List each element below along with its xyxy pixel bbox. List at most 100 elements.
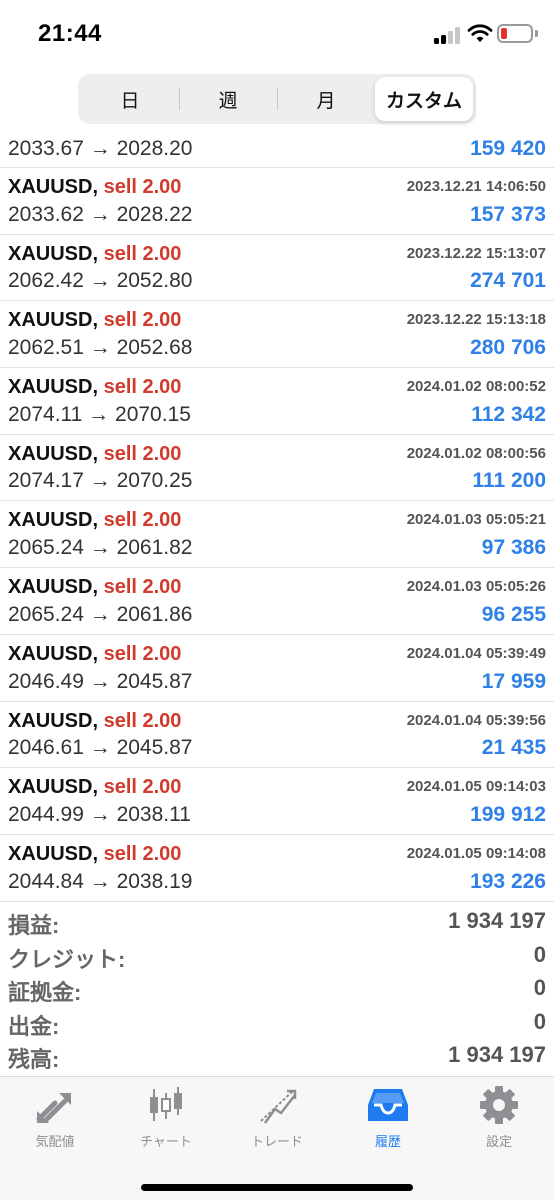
tab-label: 履歴: [374, 1134, 401, 1149]
deal-time: 2024.01.03 05:05:21: [406, 511, 546, 529]
summary-value: 1 934 197: [448, 908, 546, 933]
summary-value: 1 934 197: [448, 1042, 546, 1068]
deal-symbol: XAUUSD: [8, 709, 93, 732]
deal-title: XAUUSD, sell 2.00: [8, 376, 181, 399]
list-item[interactable]: XAUUSD, sell 2.00 2023.12.21 14:06:50 2033…: [0, 168, 554, 235]
period-tab-month[interactable]: 月: [277, 77, 375, 121]
history-inbox-icon: [368, 1089, 408, 1121]
deal-profit: 199 912: [470, 802, 546, 826]
list-item[interactable]: XAUUSD, sell 2.00 2024.01.05 09:14:03 2044…: [0, 768, 554, 835]
deal-side-volume: sell 2.00: [103, 376, 182, 399]
deal-separator: ,: [92, 176, 99, 198]
deal-title: XAUUSD, sell 2.00: [8, 576, 181, 599]
deal-profit: 112 342: [471, 402, 546, 426]
deal-prices: 2074.17 → 2070.25: [8, 469, 193, 493]
deal-symbol: XAUUSD: [8, 242, 93, 265]
status-time: 21:44: [38, 20, 102, 47]
deal-separator: ,: [92, 376, 99, 399]
period-tab-week[interactable]: 週: [179, 77, 277, 121]
summary-row-withdrawal: 出金: 0: [0, 1005, 554, 1039]
deal-separator: ,: [92, 242, 99, 265]
cellular-signal-icon: [434, 26, 462, 44]
summary-label: クレジット:: [8, 946, 126, 972]
deal-side-volume: sell 2.00: [103, 309, 182, 332]
history-deal-list: 2033.67 → 2028.20 159 420 XAUUSD, sell 2…: [0, 132, 554, 902]
tab-label: チャート: [140, 1134, 192, 1149]
tab-history[interactable]: 履歴: [338, 1085, 438, 1149]
tab-label: 設定: [485, 1134, 512, 1149]
list-item[interactable]: 2033.67 → 2028.20 159 420: [0, 132, 554, 168]
deal-title: XAUUSD, sell 2.00: [8, 643, 181, 666]
deal-prices: 2033.67 → 2028.20: [8, 137, 193, 160]
deal-side-volume: sell 2.00: [103, 176, 182, 198]
deal-separator: ,: [92, 642, 99, 665]
period-tab-day[interactable]: 日: [81, 77, 179, 121]
deal-symbol: XAUUSD: [8, 176, 93, 198]
tab-quotes[interactable]: 気配値: [5, 1085, 105, 1149]
period-tab-custom[interactable]: カスタム: [375, 77, 473, 121]
battery-low-icon: [497, 24, 533, 43]
tab-label: トレード: [250, 1134, 303, 1149]
deal-side-volume: sell 2.00: [103, 242, 182, 265]
deal-title: XAUUSD, sell 2.00: [8, 509, 181, 532]
tab-settings[interactable]: 設定: [449, 1085, 549, 1149]
deal-separator: ,: [92, 576, 99, 599]
deal-symbol: XAUUSD: [8, 442, 93, 465]
deal-time: 2024.01.03 05:05:26: [406, 578, 546, 596]
deal-side-volume: sell 2.00: [103, 576, 182, 599]
deal-time: 2023.12.22 15:13:07: [406, 244, 546, 262]
deal-separator: ,: [92, 442, 99, 465]
deal-time: 2024.01.04 05:39:49: [406, 644, 546, 662]
summary-value: 0: [533, 1008, 546, 1034]
deal-title: XAUUSD, sell 2.00: [8, 776, 181, 799]
deal-symbol: XAUUSD: [8, 842, 93, 865]
summary-label: 損益:: [8, 913, 60, 938]
list-item[interactable]: XAUUSD, sell 2.00 2024.01.04 05:39:49 2046…: [0, 635, 554, 702]
deal-profit: 97 386: [481, 536, 546, 560]
deal-profit: 96 255: [481, 602, 546, 626]
list-item[interactable]: XAUUSD, sell 2.00 2024.01.02 08:00:56 2074…: [0, 435, 554, 502]
deal-time: 2024.01.02 08:00:52: [406, 378, 546, 396]
list-item[interactable]: XAUUSD, sell 2.00 2024.01.02 08:00:52 2074…: [0, 368, 554, 435]
deal-profit: 17 959: [481, 669, 546, 693]
deal-prices: 2062.42 → 2052.80: [8, 269, 193, 293]
tab-trade[interactable]: トレード: [227, 1085, 327, 1149]
status-bar: 21:44: [0, 0, 554, 66]
deal-prices: 2044.99 → 2038.11: [8, 802, 191, 826]
deal-title: XAUUSD, sell 2.00: [8, 710, 181, 733]
list-item[interactable]: XAUUSD, sell 2.00 2024.01.05 09:14:08 2044…: [0, 835, 554, 902]
wifi-icon: [467, 24, 493, 42]
list-item[interactable]: XAUUSD, sell 2.00 2023.12.22 15:13:18 2062…: [0, 301, 554, 369]
deal-prices: 2065.24 → 2061.86: [8, 602, 193, 626]
tab-chart[interactable]: チャート: [116, 1085, 216, 1149]
deal-profit: 157 373: [470, 202, 546, 226]
home-indicator: [141, 1184, 413, 1191]
period-segmented-control: 日 週 月 カスタム: [78, 74, 476, 124]
deal-symbol: XAUUSD: [8, 642, 93, 665]
deal-separator: ,: [92, 776, 99, 799]
deal-time: 2024.01.04 05:39:56: [406, 711, 546, 729]
deal-profit: 274 701: [470, 269, 546, 293]
deal-prices: 2033.62 → 2028.22: [8, 202, 193, 226]
deal-time: 2024.01.02 08:00:56: [406, 444, 546, 462]
deal-prices: 2044.84 → 2038.19: [8, 869, 193, 893]
trade-trend-icon: [260, 1089, 297, 1124]
deal-profit: 21 435: [481, 736, 546, 760]
summary-row-profit: 損益: 1 934 197: [0, 904, 554, 938]
list-item[interactable]: XAUUSD, sell 2.00 2024.01.04 05:39:56 2046…: [0, 702, 554, 769]
deal-prices: 2074.11 → 2070.15: [8, 402, 191, 426]
deal-profit: 111 200: [472, 469, 546, 493]
list-item[interactable]: XAUUSD, sell 2.00 2023.12.22 15:13:07 2062…: [0, 235, 554, 302]
deal-title: XAUUSD, sell 2.00: [8, 843, 181, 866]
deal-time: 2024.01.05 09:14:03: [406, 778, 546, 796]
deal-symbol: XAUUSD: [8, 376, 93, 399]
list-item[interactable]: XAUUSD, sell 2.00 2024.01.03 05:05:26 2065…: [0, 568, 554, 635]
deal-side-volume: sell 2.00: [103, 776, 182, 799]
deal-profit: 159 420: [470, 137, 546, 160]
list-item[interactable]: XAUUSD, sell 2.00 2024.01.03 05:05:21 2065…: [0, 501, 554, 569]
summary-label: 証拠金:: [8, 980, 82, 1006]
deal-side-volume: sell 2.00: [103, 642, 182, 665]
gear-icon: [480, 1086, 518, 1124]
deal-separator: ,: [92, 709, 99, 732]
deal-side-volume: sell 2.00: [103, 842, 182, 865]
